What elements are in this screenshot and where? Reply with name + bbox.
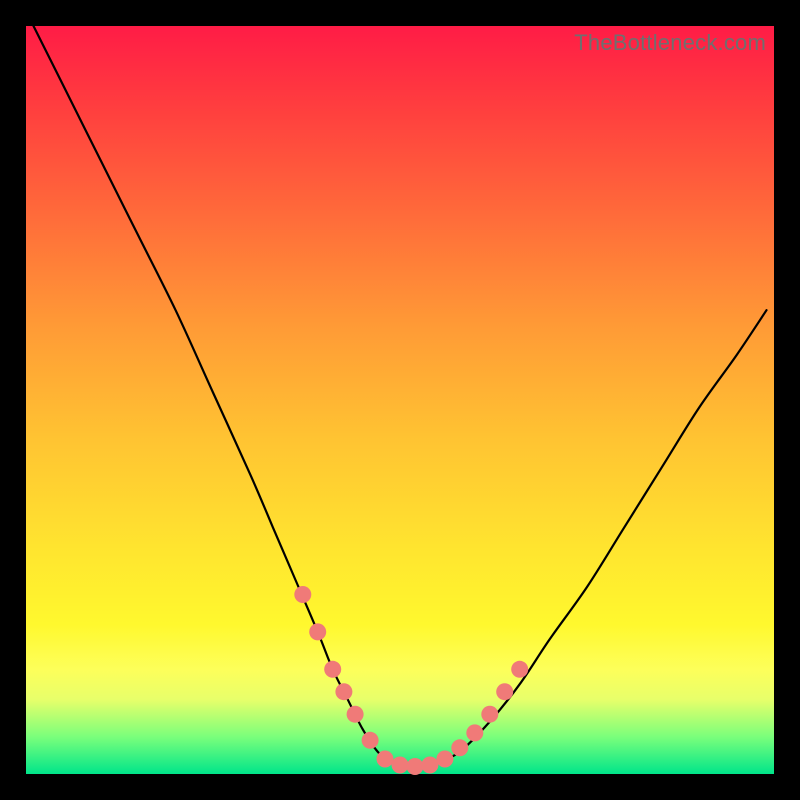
marker-dot [407, 758, 424, 775]
marker-dot [377, 751, 394, 768]
marker-dot [392, 757, 409, 774]
marker-group [294, 586, 528, 775]
marker-dot [324, 661, 341, 678]
bottleneck-curve [34, 26, 767, 767]
marker-dot [421, 757, 438, 774]
marker-dot [451, 739, 468, 756]
marker-dot [347, 706, 364, 723]
marker-dot [496, 683, 513, 700]
marker-dot [294, 586, 311, 603]
marker-dot [362, 732, 379, 749]
marker-dot [335, 683, 352, 700]
marker-dot [436, 751, 453, 768]
marker-dot [466, 724, 483, 741]
marker-dot [511, 661, 528, 678]
chart-area: TheBottleneck.com [26, 26, 774, 774]
plot-svg [26, 26, 774, 774]
marker-dot [309, 623, 326, 640]
watermark-text: TheBottleneck.com [574, 30, 766, 56]
marker-dot [481, 706, 498, 723]
